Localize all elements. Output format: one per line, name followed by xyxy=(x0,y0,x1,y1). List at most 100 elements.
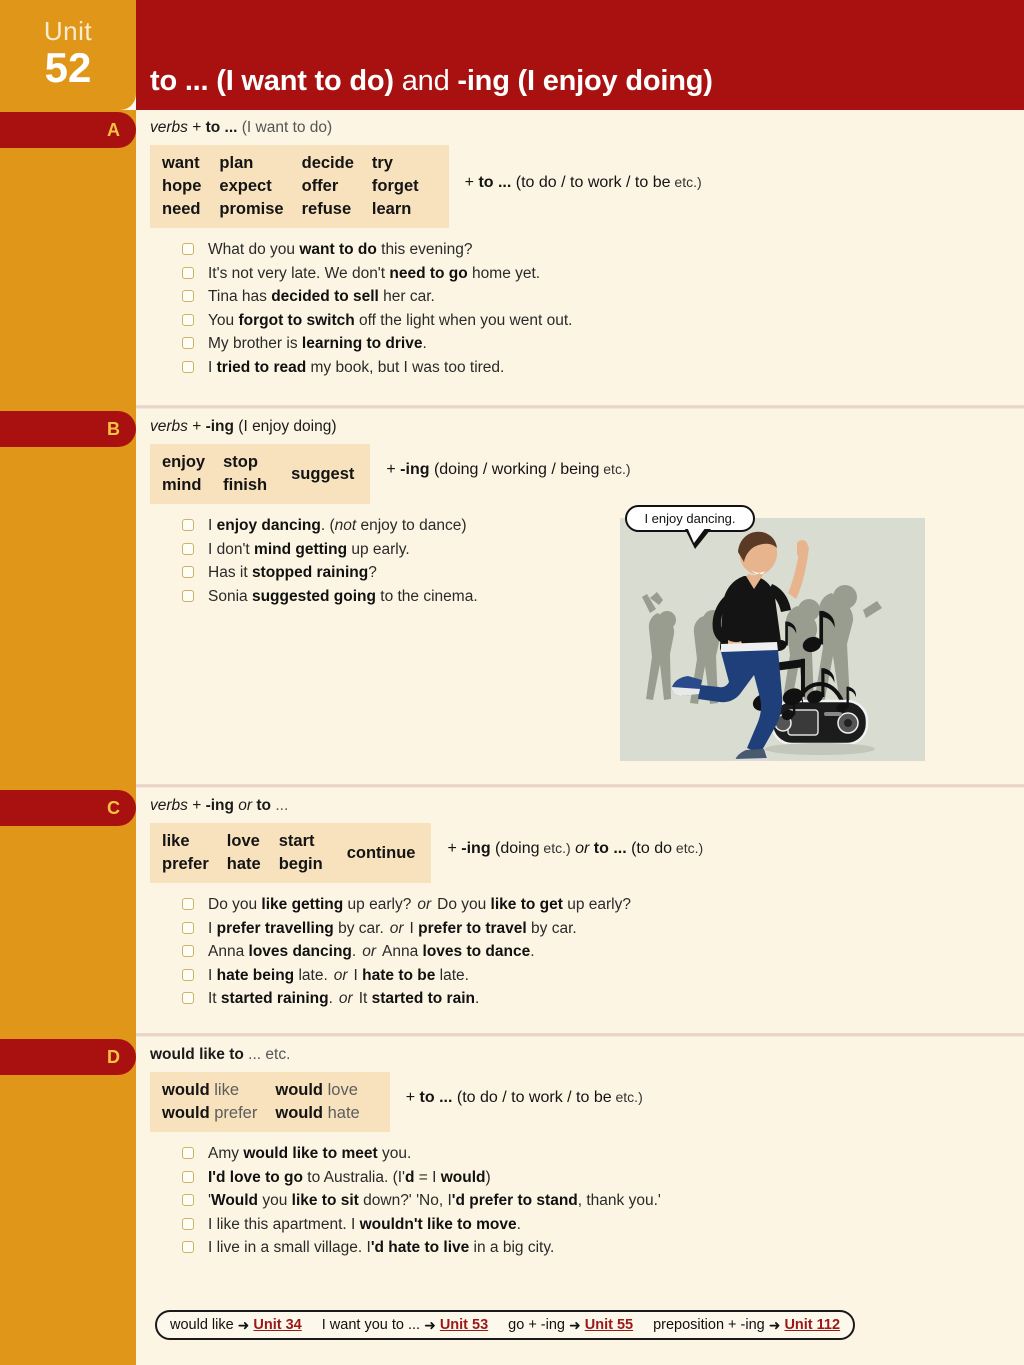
example-plain-text: up early? xyxy=(343,896,412,913)
section-a-box-row: want plan decide try hope expect offer f… xyxy=(136,137,1024,228)
section-letter: B xyxy=(107,419,120,439)
example-bold-text: started to rain xyxy=(371,990,475,1007)
checkbox-bullet-icon xyxy=(182,542,194,555)
section-c-heading: verbs + -ing or to ... xyxy=(136,788,1024,815)
example-item: Do you like getting up early? or Do you li… xyxy=(182,893,1024,917)
examples-list-a: What do you want to do this evening? It's… xyxy=(136,238,1024,379)
example-plain-text: You xyxy=(208,311,239,329)
speech-bubble-text: I enjoy dancing. xyxy=(644,511,736,526)
example-bold-text: like to get xyxy=(490,896,563,913)
formula-rest: (doing / working / being xyxy=(429,461,600,478)
example-plain-text: What do you xyxy=(208,241,300,258)
section-letter: C xyxy=(107,798,120,818)
verb-modal: would xyxy=(275,1104,324,1122)
verb-cell: would love xyxy=(275,1079,377,1102)
verb-cell: prefer xyxy=(162,855,209,873)
speech-bubble-tail-inner xyxy=(687,527,706,543)
unit-link[interactable]: Unit 55 xyxy=(585,1317,633,1333)
formula-rest-2: (to do xyxy=(626,840,673,857)
example-italic-text: not xyxy=(334,517,357,534)
formula-etc: etc.) xyxy=(599,461,631,477)
checkbox-bullet-icon xyxy=(182,1194,194,1206)
example-plain-text: by car. xyxy=(526,919,577,937)
verb-box-c: like love start continue prefer hate beg… xyxy=(150,823,432,883)
arrow-right-icon: ➜ xyxy=(424,1316,436,1333)
section-b-heading-plus: + xyxy=(187,418,206,435)
unit-link[interactable]: Unit 53 xyxy=(440,1317,488,1333)
example-bold-text: would like to meet xyxy=(243,1145,378,1162)
example-plain-text: I xyxy=(208,517,217,534)
example-bold-text: wouldn't like to move xyxy=(359,1215,517,1233)
example-plain-text: It xyxy=(358,990,372,1007)
verb-cell: would hate xyxy=(275,1102,377,1125)
checkbox-bullet-icon xyxy=(182,266,194,279)
example-item: I like this apartment. I wouldn't like t… xyxy=(182,1213,1024,1237)
verb-main: like xyxy=(214,1081,240,1099)
example-plain-text: Do you xyxy=(208,896,262,913)
cross-reference-item: preposition + -ing ➜ Unit 112 xyxy=(653,1317,840,1334)
verb-modal: would xyxy=(275,1081,324,1099)
formula-bold: to ... xyxy=(478,173,512,191)
formula-etc: etc.) xyxy=(611,1089,643,1105)
cross-reference-item: go + -ing ➜ Unit 55 xyxy=(508,1317,633,1334)
checkbox-bullet-icon xyxy=(182,992,194,1004)
section-b-heading-verbs: verbs xyxy=(150,418,188,435)
table-row: enjoy stop suggest xyxy=(162,451,358,483)
dancing-illustration xyxy=(620,518,925,761)
example-bold-text: learning to drive xyxy=(301,335,423,352)
arrow-right-icon: ➜ xyxy=(569,1316,581,1333)
formula-b: + -ing (doing / working / being etc.) xyxy=(386,461,630,479)
example-item: Amy would like to meet you. xyxy=(182,1142,1024,1166)
verb-cell: begin xyxy=(278,855,323,873)
verb-cell: forget xyxy=(371,177,419,195)
example-plain-text: ) xyxy=(485,1168,491,1186)
cross-reference-label: would like xyxy=(170,1317,234,1333)
checkbox-bullet-icon xyxy=(182,1147,194,1159)
example-bold-text: suggested going xyxy=(251,587,376,605)
example-bold-text: started raining xyxy=(220,990,329,1007)
example-plain-text: . ( xyxy=(320,517,335,534)
example-plain-text: I xyxy=(353,966,363,984)
checkbox-bullet-icon xyxy=(182,1217,194,1230)
example-plain-text: Do you xyxy=(437,896,491,913)
example-item: I prefer travelling by car. or I prefer to… xyxy=(182,917,1024,941)
unit-badge: Unit 52 xyxy=(0,0,136,110)
formula-etc: etc.) xyxy=(670,173,702,190)
section-a-heading-tail: (I want to do) xyxy=(237,119,333,136)
example-bold-text: I'd love to go xyxy=(208,1168,303,1186)
example-plain-text: I xyxy=(409,919,419,937)
cross-reference-label: I want you to ... xyxy=(321,1317,421,1333)
checkbox-bullet-icon xyxy=(182,968,194,981)
formula-bold: to ... xyxy=(419,1089,453,1106)
example-plain-text: my book, but I was too tired. xyxy=(306,358,505,376)
cross-reference-label: go + -ing xyxy=(508,1317,565,1333)
example-plain-text: to Australia. (I' xyxy=(302,1168,405,1186)
checkbox-bullet-icon xyxy=(182,589,194,602)
example-plain-text: her car. xyxy=(378,288,435,305)
section-c-heading-or: or xyxy=(233,797,257,814)
checkbox-bullet-icon xyxy=(182,243,194,255)
formula-or: or xyxy=(570,840,594,857)
table-row: would prefer would hate xyxy=(162,1102,378,1125)
example-plain-text: Sonia xyxy=(208,587,252,605)
title-and: and xyxy=(393,64,458,97)
verb-box-a: want plan decide try hope expect offer f… xyxy=(150,145,449,228)
verb-cell: offer xyxy=(301,177,339,195)
formula-bold: -ing xyxy=(400,461,430,478)
example-bold-text: enjoy dancing xyxy=(216,517,321,534)
unit-link[interactable]: Unit 112 xyxy=(784,1317,840,1333)
example-or-connector: or xyxy=(338,990,353,1007)
verb-cell: love xyxy=(226,832,260,850)
example-plain-text: . xyxy=(516,1215,521,1233)
example-bold-text: decided to sell xyxy=(271,288,379,305)
verb-main: hate xyxy=(327,1104,360,1122)
example-item: I tried to read my book, but I was too t… xyxy=(182,356,1024,380)
unit-link[interactable]: Unit 34 xyxy=(253,1317,301,1333)
section-c-heading-tail: ... xyxy=(271,797,289,814)
verb-cell: would like xyxy=(162,1079,275,1102)
example-bold-text: hate to be xyxy=(362,966,436,984)
verb-box-d: would like would love would prefer would… xyxy=(150,1072,390,1132)
example-plain-text: enjoy to dance) xyxy=(356,517,467,534)
section-tab-d: D xyxy=(0,1039,136,1075)
verb-cell: plan xyxy=(219,154,254,172)
